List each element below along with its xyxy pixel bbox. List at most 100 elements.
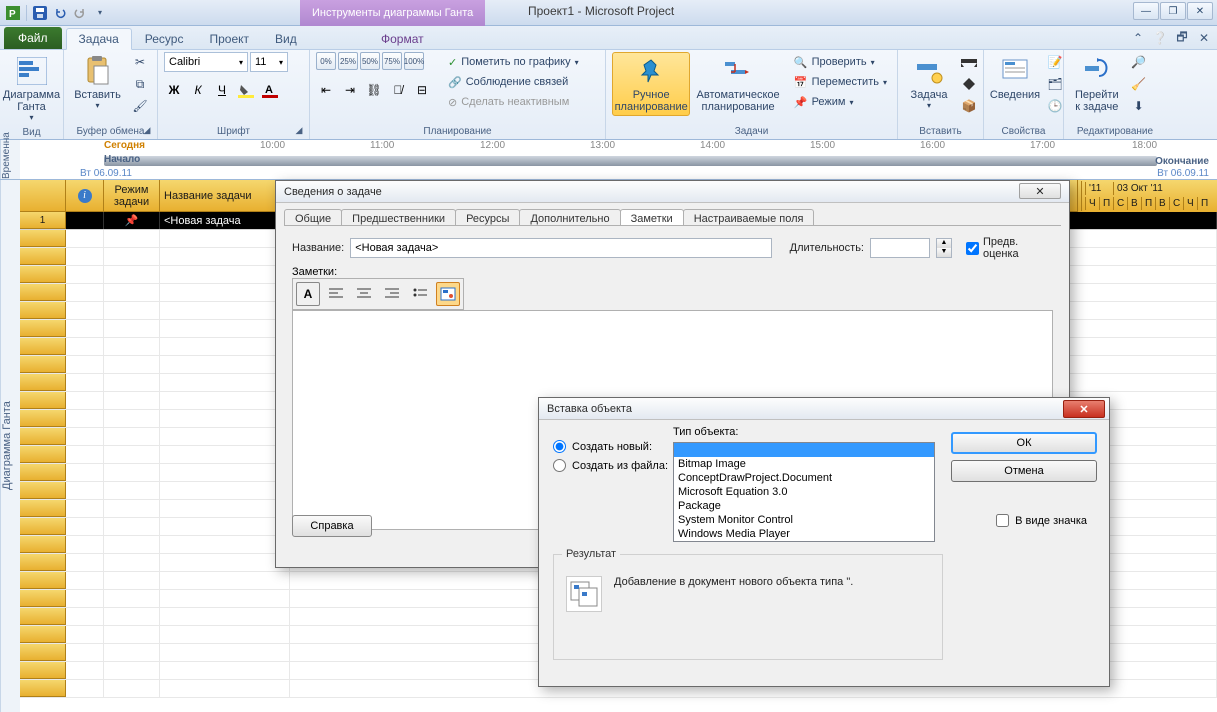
pct-75-button[interactable]: 75% <box>382 52 402 70</box>
format-painter-icon[interactable]: 🖌 <box>129 96 151 116</box>
tab-predecessors[interactable]: Предшественники <box>341 209 456 225</box>
list-item[interactable]: Package <box>674 499 934 513</box>
cut-icon[interactable]: ✂ <box>129 52 151 72</box>
file-tab[interactable]: Файл <box>4 27 62 49</box>
font-color-icon[interactable]: A <box>260 80 280 100</box>
clear-icon[interactable]: 🧹 <box>1128 74 1150 94</box>
row-number[interactable] <box>20 248 66 265</box>
inspect-button[interactable]: 🔍Проверить▾ <box>790 52 891 72</box>
fill-icon[interactable]: ⬇ <box>1128 96 1150 116</box>
align-left-button[interactable] <box>324 282 348 306</box>
close-button[interactable]: ✕ <box>1187 2 1213 20</box>
pct-0-button[interactable]: 0% <box>316 52 336 70</box>
row-number[interactable] <box>20 392 66 409</box>
deliverable-icon[interactable]: 📦 <box>958 96 980 116</box>
tab-resource[interactable]: Ресурс <box>132 27 197 49</box>
split-icon[interactable]: ⊟ <box>412 80 432 100</box>
align-center-button[interactable] <box>352 282 376 306</box>
row-number[interactable] <box>20 536 66 553</box>
timeline-icon[interactable]: 🕒 <box>1044 96 1066 116</box>
timeline-body[interactable]: Сегодня 10:00 11:00 12:00 13:00 14:00 15… <box>20 140 1217 179</box>
from-file-radio[interactable]: Создать из файла: <box>553 459 668 472</box>
indent-icon[interactable]: ⇥ <box>340 80 360 100</box>
tab-resources[interactable]: Ресурсы <box>455 209 520 225</box>
tab-advanced[interactable]: Дополнительно <box>519 209 620 225</box>
list-item[interactable]: System Monitor Control <box>674 513 934 527</box>
notes-icon[interactable]: 📝 <box>1044 52 1066 72</box>
milestone-icon[interactable] <box>958 74 980 94</box>
details-icon[interactable]: 🗂 <box>1044 74 1066 94</box>
row-number[interactable] <box>20 410 66 427</box>
dialog2-titlebar[interactable]: Вставка объекта ✕ <box>539 398 1109 420</box>
row-number[interactable] <box>20 482 66 499</box>
list-item[interactable]: Windows Media Player <box>674 527 934 541</box>
fill-color-icon[interactable] <box>236 80 256 100</box>
minimize-ribbon-icon[interactable]: ⌃ <box>1129 29 1147 47</box>
row-number[interactable] <box>20 464 66 481</box>
insert-task-button[interactable]: Задача ▾ <box>904 52 954 113</box>
row-number[interactable] <box>20 554 66 571</box>
row-number[interactable] <box>20 338 66 355</box>
cell-name[interactable]: <Новая задача <box>160 212 290 229</box>
redo-icon[interactable] <box>71 4 89 22</box>
paste-button[interactable]: Вставить ▾ <box>70 52 125 113</box>
list-item[interactable] <box>674 443 934 457</box>
information-button[interactable]: Сведения <box>990 52 1040 104</box>
align-right-button[interactable] <box>380 282 404 306</box>
duration-spinup[interactable]: ▲ <box>937 239 951 248</box>
bold-icon[interactable]: Ж <box>164 80 184 100</box>
font-button[interactable]: A <box>296 282 320 306</box>
row-number[interactable]: 1 <box>20 212 66 229</box>
pct-100-button[interactable]: 100% <box>404 52 424 70</box>
tab-task[interactable]: Задача <box>66 28 132 50</box>
close-doc-icon[interactable]: ✕ <box>1195 29 1213 47</box>
find-icon[interactable]: 🔎 <box>1128 52 1150 72</box>
duration-input[interactable] <box>870 238 930 258</box>
underline-icon[interactable]: Ч <box>212 80 232 100</box>
tab-view[interactable]: Вид <box>262 27 310 49</box>
save-icon[interactable] <box>31 4 49 22</box>
row-number[interactable] <box>20 572 66 589</box>
row-number[interactable] <box>20 626 66 643</box>
row-number[interactable] <box>20 662 66 679</box>
col-mode[interactable]: Режим задачи <box>104 180 160 211</box>
tab-format[interactable]: Формат <box>368 27 437 49</box>
create-new-radio[interactable]: Создать новый: <box>553 440 668 453</box>
bullets-button[interactable] <box>408 282 432 306</box>
row-number[interactable] <box>20 446 66 463</box>
cell-info[interactable] <box>66 212 104 229</box>
clipboard-launcher-icon[interactable]: ◢ <box>141 125 153 137</box>
row-number[interactable] <box>20 590 66 607</box>
list-item[interactable]: Bitmap Image <box>674 457 934 471</box>
manual-schedule-button[interactable]: Ручное планирование <box>612 52 690 116</box>
help-button[interactable]: Справка <box>292 515 372 537</box>
object-type-list[interactable]: Bitmap Image ConceptDrawProject.Document… <box>673 442 935 542</box>
app-icon[interactable]: P <box>4 4 22 22</box>
italic-icon[interactable]: К <box>188 80 208 100</box>
row-number[interactable] <box>20 680 66 697</box>
font-name-combo[interactable]: Calibri▾ <box>164 52 248 72</box>
row-number[interactable] <box>20 302 66 319</box>
summary-icon[interactable] <box>958 52 980 72</box>
row-number[interactable] <box>20 284 66 301</box>
dialog-titlebar[interactable]: Сведения о задаче ✕ <box>276 181 1069 203</box>
corner-cell[interactable] <box>20 180 66 212</box>
row-number[interactable] <box>20 320 66 337</box>
as-icon-checkbox[interactable] <box>996 514 1009 527</box>
row-number[interactable] <box>20 266 66 283</box>
maximize-button[interactable]: ❐ <box>1160 2 1186 20</box>
task-name-input[interactable] <box>350 238 771 258</box>
row-number[interactable] <box>20 500 66 517</box>
dialog2-close-button[interactable]: ✕ <box>1063 400 1105 418</box>
list-item[interactable]: ConceptDrawProject.Document <box>674 471 934 485</box>
unlink-icon[interactable]: ⛓̸ <box>388 80 408 100</box>
mode-button[interactable]: 📌Режим▾ <box>790 92 891 112</box>
cancel-button[interactable]: Отмена <box>951 460 1097 482</box>
tab-custom[interactable]: Настраиваемые поля <box>683 209 815 225</box>
font-size-combo[interactable]: 11▾ <box>250 52 288 72</box>
copy-icon[interactable]: ⧉ <box>129 74 151 94</box>
outdent-icon[interactable]: ⇤ <box>316 80 336 100</box>
row-number[interactable] <box>20 230 66 247</box>
pct-50-button[interactable]: 50% <box>360 52 380 70</box>
row-number[interactable] <box>20 518 66 535</box>
